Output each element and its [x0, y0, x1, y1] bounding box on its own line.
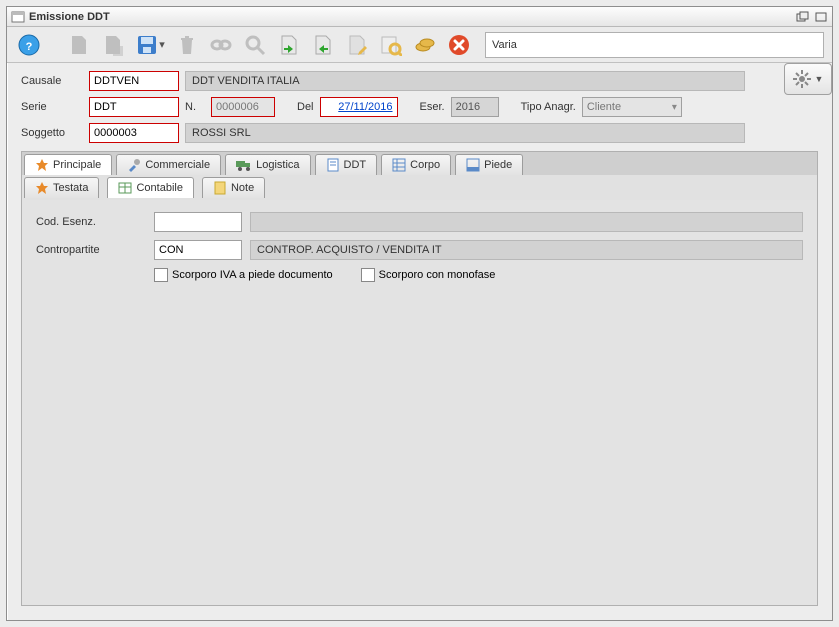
- tab-label: Logistica: [256, 159, 299, 171]
- form-header: Causale DDTVEN DDT VENDITA ITALIA ▼ Seri…: [7, 63, 832, 147]
- gear-icon: [793, 70, 811, 88]
- sub-tabstrip: Testata Contabile Note: [21, 175, 818, 200]
- causale-value: DDTVEN: [94, 75, 139, 87]
- scorporo-monofase-checkbox[interactable]: Scorporo con monofase: [361, 268, 496, 282]
- soggetto-label: Soggetto: [21, 127, 83, 139]
- del-field[interactable]: 27/11/2016: [320, 97, 398, 117]
- tab-label: Piede: [484, 159, 512, 171]
- tab-label: Corpo: [410, 159, 440, 171]
- new-doc2-button[interactable]: [99, 31, 127, 59]
- panel-contabile: Cod. Esenz. Contropartite CON CONTROP. A…: [21, 200, 818, 606]
- contropartite-desc: CONTROP. ACQUISTO / VENDITA IT: [250, 240, 803, 260]
- contropartite-label: Contropartite: [36, 244, 146, 256]
- causale-field[interactable]: DDTVEN: [89, 71, 179, 91]
- serie-label: Serie: [21, 101, 83, 113]
- tab-logistica[interactable]: Logistica: [225, 154, 310, 175]
- numero-value: 0000006: [216, 101, 259, 113]
- tab-piede[interactable]: Piede: [455, 154, 523, 175]
- star-icon: [35, 181, 49, 195]
- chevron-down-icon: ▼: [815, 74, 824, 84]
- codesenz-field[interactable]: [154, 212, 242, 232]
- tools-icon: [127, 158, 141, 172]
- ledger-icon: [118, 181, 132, 195]
- numero-label: N.: [185, 101, 205, 113]
- soggetto-value: 0000003: [94, 127, 137, 139]
- app-icon: [11, 10, 25, 24]
- serie-value: DDT: [94, 101, 117, 113]
- grid-icon: [392, 158, 406, 172]
- tipoanagr-value: Cliente: [587, 101, 621, 113]
- save-dropdown[interactable]: ▾: [157, 38, 167, 51]
- del-label: Del: [297, 101, 314, 113]
- causale-desc: DDT VENDITA ITALIA: [185, 71, 745, 91]
- svg-text:?: ?: [26, 41, 33, 53]
- tab-label: DDT: [344, 159, 367, 171]
- codesenz-desc: [250, 212, 803, 232]
- export-button[interactable]: [309, 31, 337, 59]
- eser-label: Eser.: [420, 101, 445, 113]
- preview-button[interactable]: [377, 31, 405, 59]
- maximize-icon[interactable]: [814, 11, 828, 23]
- tipoanagr-select[interactable]: Cliente: [582, 97, 682, 117]
- settings-button[interactable]: ▼: [784, 63, 832, 95]
- trash-button[interactable]: [173, 31, 201, 59]
- context-display: Varia: [485, 32, 824, 58]
- link-button[interactable]: [207, 31, 235, 59]
- causale-label: Causale: [21, 75, 83, 87]
- titlebar: Emissione DDT: [7, 7, 832, 27]
- star-icon: [35, 158, 49, 172]
- numero-field[interactable]: 0000006: [211, 97, 275, 117]
- soggetto-field[interactable]: 0000003: [89, 123, 179, 143]
- subtab-testata[interactable]: Testata: [24, 177, 99, 198]
- tab-label: Note: [231, 182, 254, 194]
- codesenz-label: Cod. Esenz.: [36, 216, 146, 228]
- tab-label: Testata: [53, 182, 88, 194]
- checkbox-box: [154, 268, 168, 282]
- checkbox-box: [361, 268, 375, 282]
- footer-icon: [466, 158, 480, 172]
- eser-value: 2016: [456, 101, 480, 113]
- tab-label: Commerciale: [145, 159, 210, 171]
- serie-field[interactable]: DDT: [89, 97, 179, 117]
- doc-icon: [326, 158, 340, 172]
- contropartite-value: CON: [159, 244, 183, 256]
- del-value: 27/11/2016: [338, 101, 392, 113]
- tab-ddt[interactable]: DDT: [315, 154, 378, 175]
- search-button[interactable]: [241, 31, 269, 59]
- eser-field: 2016: [451, 97, 499, 117]
- close-button[interactable]: [445, 31, 473, 59]
- currency-button[interactable]: [411, 31, 439, 59]
- main-tabstrip: Principale Commerciale Logistica DDT Cor…: [21, 151, 818, 175]
- new-doc-button[interactable]: [65, 31, 93, 59]
- toolbar: ? ▾ Varia: [7, 27, 832, 63]
- tab-label: Principale: [53, 159, 101, 171]
- checkbox-label: Scorporo IVA a piede documento: [172, 269, 333, 281]
- help-button[interactable]: ?: [15, 31, 43, 59]
- minimize-restore-icon[interactable]: [796, 11, 810, 23]
- import-button[interactable]: [275, 31, 303, 59]
- edit-doc-button[interactable]: [343, 31, 371, 59]
- subtab-note[interactable]: Note: [202, 177, 265, 198]
- tab-label: Contabile: [136, 182, 182, 194]
- scorporo-iva-checkbox[interactable]: Scorporo IVA a piede documento: [154, 268, 333, 282]
- truck-icon: [236, 158, 252, 172]
- window-title: Emissione DDT: [29, 11, 792, 23]
- tab-corpo[interactable]: Corpo: [381, 154, 451, 175]
- contropartite-field[interactable]: CON: [154, 240, 242, 260]
- tab-commerciale[interactable]: Commerciale: [116, 154, 221, 175]
- checkbox-label: Scorporo con monofase: [379, 269, 496, 281]
- tipoanagr-label: Tipo Anagr.: [521, 101, 576, 113]
- soggetto-desc: ROSSI SRL: [185, 123, 745, 143]
- subtab-contabile[interactable]: Contabile: [107, 177, 193, 198]
- tab-principale[interactable]: Principale: [24, 154, 112, 175]
- note-icon: [213, 181, 227, 195]
